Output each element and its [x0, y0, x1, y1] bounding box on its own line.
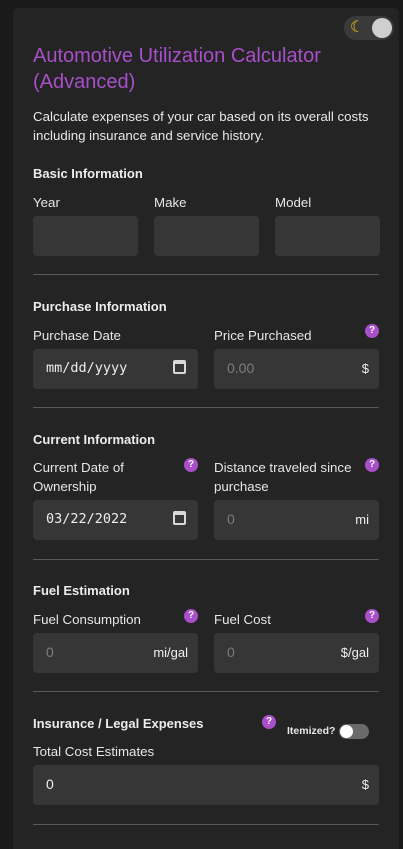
- year-label: Year: [33, 195, 60, 210]
- current-date-help-icon[interactable]: ?: [184, 458, 198, 472]
- fuel-cost-input[interactable]: 0 $/gal: [214, 633, 379, 673]
- section-title-basic: Basic Information: [33, 166, 143, 181]
- purchase-date-input[interactable]: mm/dd/yyyy: [33, 349, 198, 389]
- make-input[interactable]: [154, 216, 259, 256]
- total-cost-label: Total Cost Estimates: [33, 744, 155, 759]
- section-title-fuel: Fuel Estimation: [33, 583, 130, 598]
- distance-help-icon[interactable]: ?: [365, 458, 379, 472]
- divider: [33, 824, 379, 825]
- price-unit: $: [361, 361, 369, 376]
- fuel-consumption-placeholder: 0: [46, 644, 54, 660]
- itemized-toggle-knob: [340, 725, 353, 738]
- price-help-icon[interactable]: ?: [365, 324, 379, 338]
- calendar-icon[interactable]: [173, 360, 186, 374]
- distance-placeholder: 0: [227, 511, 235, 527]
- divider: [33, 691, 379, 692]
- fuel-cost-help-icon[interactable]: ?: [365, 609, 379, 623]
- section-title-current: Current Information: [33, 432, 156, 447]
- section-title-purchase: Purchase Information: [33, 299, 167, 314]
- insurance-help-icon[interactable]: ?: [262, 715, 276, 729]
- fuel-consumption-input[interactable]: 0 mi/gal: [33, 633, 198, 673]
- fuel-consumption-label: Fuel Consumption: [33, 612, 141, 627]
- distance-unit: mi: [355, 512, 369, 527]
- model-label: Model: [275, 195, 312, 210]
- fuel-cost-placeholder: 0: [227, 644, 235, 660]
- distance-label: Distance traveled since purchase: [214, 460, 352, 494]
- price-label: Price Purchased: [214, 328, 312, 343]
- fuel-cost-label: Fuel Cost: [214, 612, 271, 627]
- page-description: Calculate expenses of your car based on …: [33, 109, 369, 143]
- calculator-panel: ☾ Automotive Utilization Calculator (Adv…: [13, 8, 399, 849]
- itemized-toggle[interactable]: [339, 724, 369, 739]
- theme-toggle-knob: [372, 18, 392, 38]
- theme-toggle[interactable]: ☾: [344, 16, 394, 40]
- purchase-date-value: mm/dd/yyyy: [46, 360, 128, 376]
- total-cost-unit: $: [361, 777, 369, 792]
- section-title-insurance: Insurance / Legal Expenses: [33, 716, 204, 731]
- total-cost-input[interactable]: 0 $: [33, 765, 379, 805]
- fuel-cost-unit: $/gal: [340, 645, 369, 660]
- total-cost-value: 0: [46, 776, 54, 792]
- distance-input[interactable]: 0 mi: [214, 500, 379, 540]
- page-title: Automotive Utilization Calculator (Advan…: [33, 45, 321, 93]
- price-input[interactable]: 0.00 $: [214, 349, 379, 389]
- fuel-consumption-help-icon[interactable]: ?: [184, 609, 198, 623]
- model-input[interactable]: [275, 216, 380, 256]
- current-date-value: 03/22/2022: [46, 511, 128, 527]
- divider: [33, 407, 379, 408]
- calendar-icon[interactable]: [173, 511, 186, 525]
- year-input[interactable]: [33, 216, 138, 256]
- fuel-consumption-unit: mi/gal: [153, 645, 188, 660]
- itemized-label: Itemized?: [287, 725, 336, 737]
- current-date-input[interactable]: 03/22/2022: [33, 500, 198, 540]
- divider: [33, 559, 379, 560]
- divider: [33, 274, 379, 275]
- purchase-date-label: Purchase Date: [33, 328, 121, 343]
- make-label: Make: [154, 195, 187, 210]
- price-placeholder: 0.00: [227, 360, 255, 376]
- current-date-label: Current Date of Ownership: [33, 460, 124, 494]
- moon-icon: ☾: [350, 19, 365, 36]
